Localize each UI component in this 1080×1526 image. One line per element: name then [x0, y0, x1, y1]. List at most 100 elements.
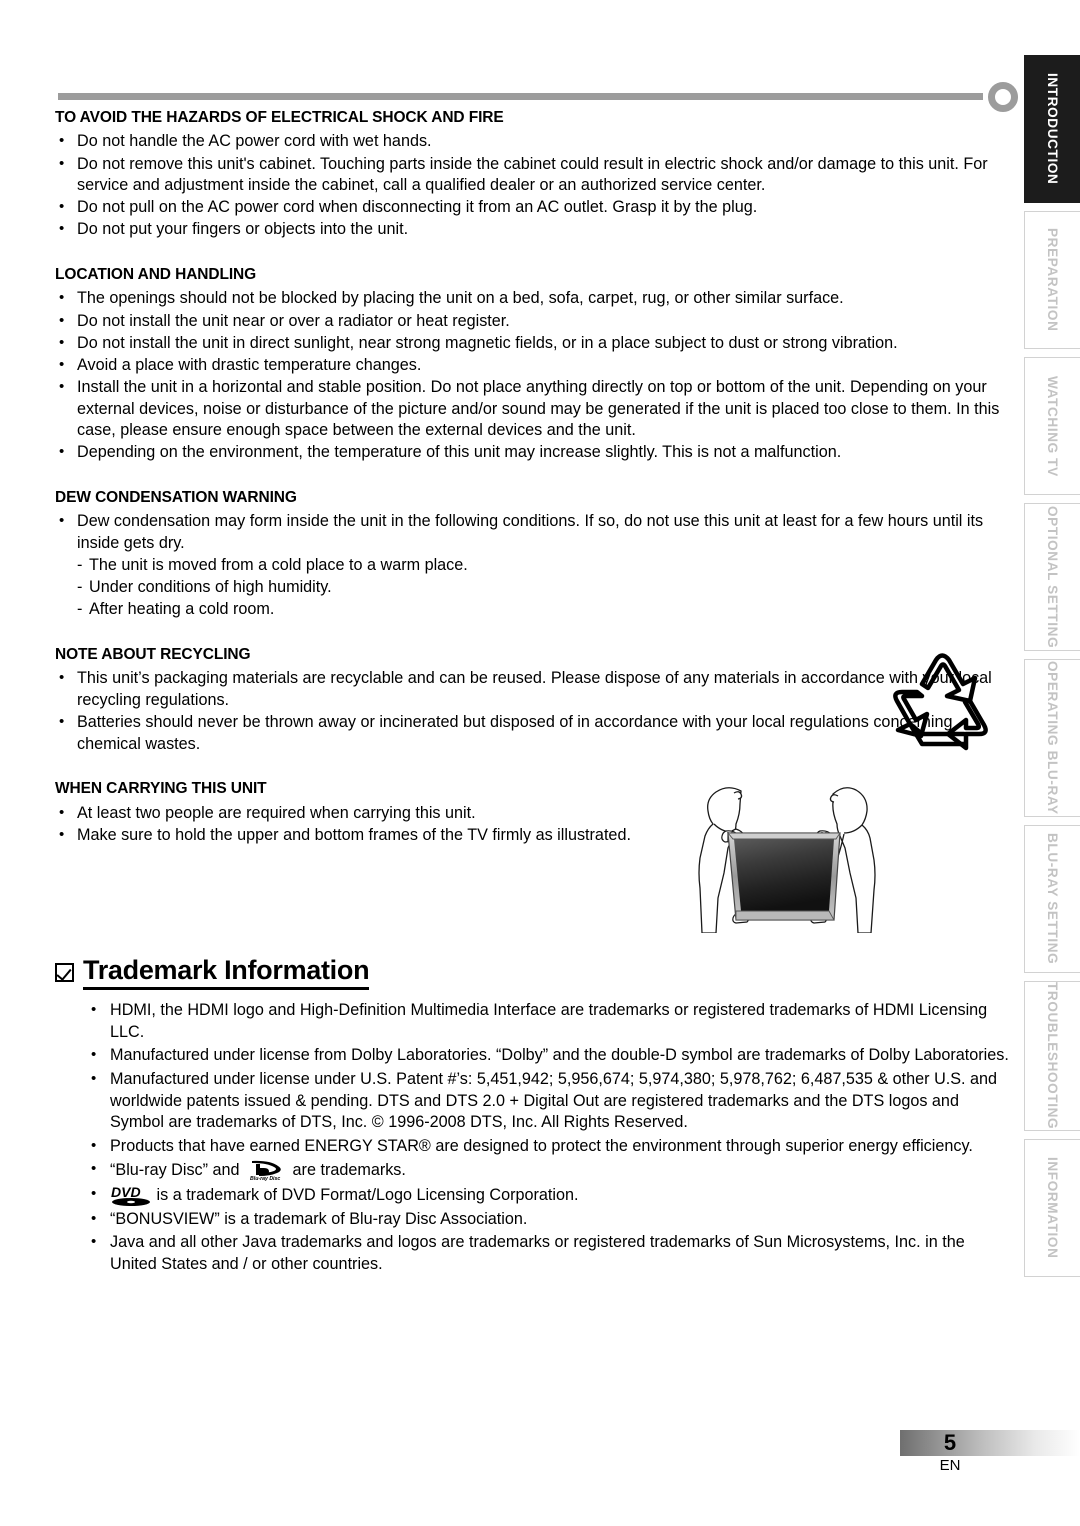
- section-bullet-list: • This unit’s packaging materials are rec…: [55, 668, 1005, 755]
- bullet-marker: •: [91, 1233, 97, 1251]
- list-item-text: Avoid a place with drastic temperature c…: [77, 355, 422, 374]
- list-item-text: Depending on the environment, the temper…: [77, 443, 842, 462]
- section-location-handling: LOCATION AND HANDLING • The openings shoul…: [55, 265, 1005, 464]
- header-rule-line: [58, 93, 983, 100]
- list-item-text: Do not put your fingers or objects into …: [77, 220, 409, 239]
- checkbox-checked-icon: [55, 963, 74, 983]
- list-item: • Products that have earned ENERGY STAR® …: [88, 1136, 1010, 1158]
- two-people-carrying-tv-illustration: [678, 778, 1008, 934]
- dvd-logo-icon: DVD: [110, 1184, 152, 1206]
- bullet-marker: •: [59, 825, 65, 843]
- tab-label: OPTIONAL SETTING: [1045, 505, 1060, 649]
- list-item-text: is a trademark of DVD Format/Logo Licens…: [156, 1186, 579, 1204]
- bullet-marker: •: [59, 311, 65, 329]
- list-item-text: Java and all other Java trademarks and l…: [110, 1233, 965, 1273]
- bullet-marker: •: [59, 669, 65, 687]
- dash-marker: -: [77, 556, 83, 574]
- section-bullet-list: • Dew condensation may form inside the un…: [55, 511, 1005, 621]
- bullet-marker: •: [91, 1160, 97, 1178]
- list-item-text: Manufactured under license under U.S. Pa…: [110, 1069, 998, 1132]
- tab-operating-blu-ray[interactable]: OPERATING BLU-RAY: [1024, 659, 1080, 817]
- list-item-text: Batteries should never be thrown away or…: [77, 713, 953, 753]
- list-item-text: Do not install the unit near or over a r…: [77, 311, 510, 330]
- page-title: Trademark Information: [83, 955, 370, 991]
- list-item-text: Products that have earned ENERGY STAR® a…: [110, 1136, 973, 1155]
- svg-text:Blu-ray Disc: Blu-ray Disc: [250, 1177, 280, 1182]
- list-item: - After heating a cold room.: [55, 599, 1005, 621]
- list-item: • Batteries should never be thrown away o…: [55, 712, 1005, 755]
- list-item: - The unit is moved from a cold place to …: [55, 555, 1005, 577]
- list-item: • The openings should not be blocked by p…: [55, 288, 1005, 310]
- section-note-recycling: NOTE ABOUT RECYCLING • This unit’s packagi…: [55, 645, 1005, 755]
- list-item-text: Do not handle the AC power cord with wet…: [77, 132, 432, 151]
- page-language-code: EN: [939, 1457, 961, 1474]
- list-item: • “Blu-ray Disc” and Blu-ray Disc are tra…: [88, 1159, 1010, 1182]
- tab-blu-ray-setting[interactable]: BLU-RAY SETTING: [1024, 825, 1080, 973]
- list-item-text: The unit is moved from a cold place to a…: [89, 556, 468, 574]
- bullet-marker: •: [59, 132, 65, 150]
- list-item: • HDMI, the HDMI logo and High-Definition…: [88, 1000, 1010, 1043]
- section-title: NOTE ABOUT RECYCLING: [55, 645, 251, 663]
- list-item-text: After heating a cold room.: [89, 600, 275, 619]
- bullet-marker: •: [91, 1069, 97, 1087]
- bullet-marker: •: [59, 289, 65, 307]
- tab-information[interactable]: INFORMATION: [1024, 1139, 1080, 1277]
- list-item: • Dew condensation may form inside the un…: [55, 511, 1005, 554]
- svg-text:DVD: DVD: [111, 1184, 141, 1200]
- tab-label: OPERATING BLU-RAY: [1045, 661, 1060, 815]
- list-item: • Do not remove this unit's cabinet. Touc…: [55, 154, 1005, 197]
- trademark-section-heading: Trademark Information: [55, 955, 370, 991]
- section-bullet-list: • Do not handle the AC power cord with we…: [55, 131, 1005, 241]
- section-title: LOCATION AND HANDLING: [55, 266, 257, 283]
- tab-label: PREPARATION: [1045, 228, 1060, 332]
- section-title: DEW CONDENSATION WARNING: [55, 488, 297, 506]
- list-item: • This unit’s packaging materials are rec…: [55, 668, 1005, 711]
- list-item: - Under conditions of high humidity.: [55, 577, 1005, 599]
- section-title: TO AVOID THE HAZARDS OF ELECTRICAL SHOCK…: [55, 109, 504, 126]
- list-item: • “BONUSVIEW” is a trademark of Blu-ray D…: [88, 1209, 1010, 1231]
- main-content: TO AVOID THE HAZARDS OF ELECTRICAL SHOCK…: [55, 108, 1005, 850]
- list-item: • Manufactured under license under U.S. P…: [88, 1069, 1010, 1134]
- bullet-marker: •: [59, 512, 65, 530]
- list-item: • Do not put your fingers or objects into…: [55, 219, 1005, 241]
- tab-preparation[interactable]: PREPARATION: [1024, 211, 1080, 349]
- bullet-marker: •: [91, 1136, 97, 1154]
- list-item-text: Do not install the unit in direct sunlig…: [77, 333, 898, 352]
- page-footer: 5 EN: [900, 1430, 1080, 1488]
- list-item-text: are trademarks.: [292, 1161, 406, 1180]
- bullet-marker: •: [91, 1185, 97, 1202]
- tab-introduction[interactable]: INTRODUCTION: [1024, 55, 1080, 203]
- tab-label: INFORMATION: [1045, 1157, 1060, 1259]
- list-item-text: HDMI, the HDMI logo and High-Definition …: [110, 1001, 988, 1041]
- tab-optional-setting[interactable]: OPTIONAL SETTING: [1024, 503, 1080, 651]
- list-item-text: Dew condensation may form inside the uni…: [77, 512, 984, 552]
- recycle-symbol-icon: [884, 648, 1004, 760]
- list-item-text: This unit’s packaging materials are recy…: [77, 669, 992, 709]
- list-item: • Avoid a place with drastic temperature …: [55, 355, 1005, 377]
- list-item-text: Manufactured under license from Dolby La…: [110, 1046, 1009, 1065]
- list-item: • Do not handle the AC power cord with we…: [55, 131, 1005, 153]
- list-item: • Java and all other Java trademarks and …: [88, 1232, 1010, 1275]
- tab-label: BLU-RAY SETTING: [1045, 833, 1060, 965]
- dash-marker: -: [77, 578, 83, 597]
- tab-troubleshooting[interactable]: TROUBLESHOOTING: [1024, 981, 1080, 1131]
- list-item-text: “BONUSVIEW” is a trademark of Blu-ray Di…: [110, 1209, 528, 1228]
- bullet-marker: •: [59, 198, 65, 216]
- section-bullet-list: • The openings should not be blocked by p…: [55, 288, 1005, 464]
- bullet-marker: •: [59, 220, 65, 238]
- list-item: • Do not install the unit near or over a …: [55, 311, 1005, 333]
- bullet-marker: •: [59, 333, 65, 351]
- bullet-marker: •: [59, 803, 65, 821]
- tab-watching-tv[interactable]: WATCHING TV: [1024, 357, 1080, 495]
- list-item-text: Do not remove this unit's cabinet. Touch…: [77, 154, 988, 195]
- list-item: • Do not install the unit in direct sunli…: [55, 333, 1005, 355]
- list-item-text: “Blu-ray Disc” and: [110, 1161, 240, 1180]
- list-item-text: Make sure to hold the upper and bottom f…: [77, 825, 631, 844]
- bullet-marker: •: [59, 154, 65, 172]
- bullet-marker: •: [91, 1001, 97, 1018]
- page-number: 5: [943, 1430, 957, 1455]
- list-item: • DVD is a trademark of DVD Format/Logo L…: [88, 1184, 1010, 1207]
- bullet-marker: •: [59, 377, 65, 395]
- bullet-marker: •: [91, 1209, 97, 1227]
- list-item-text: Install the unit in a horizontal and sta…: [77, 377, 1000, 440]
